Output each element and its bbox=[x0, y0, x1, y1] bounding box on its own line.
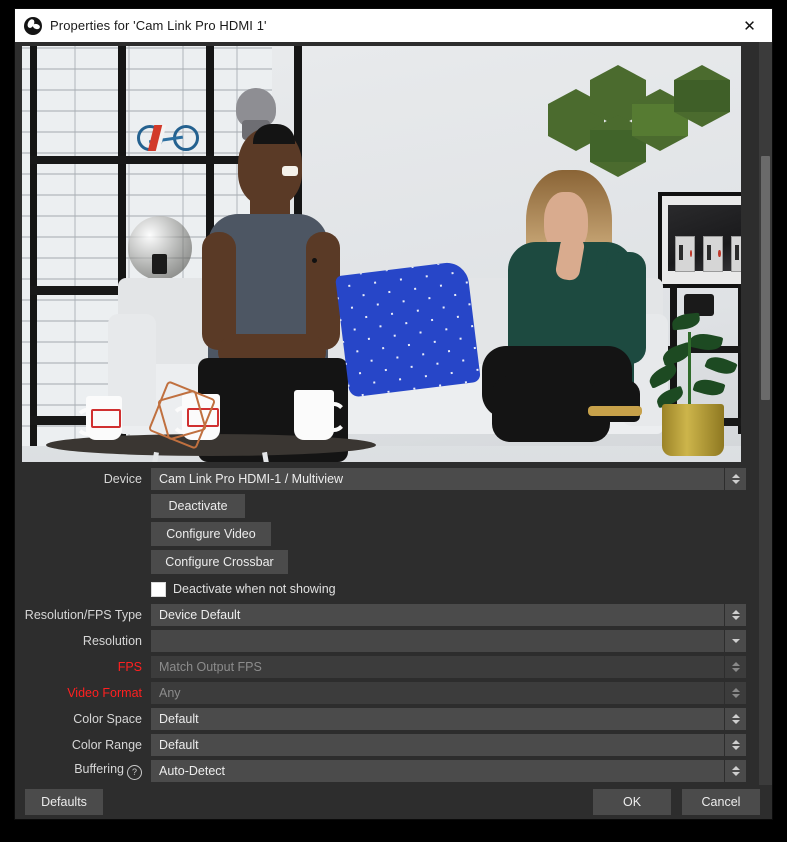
video-format-combobox[interactable]: Any bbox=[151, 682, 724, 704]
color-range-label: Color Range bbox=[15, 738, 151, 752]
resolution-fps-type-combobox[interactable]: Device Default bbox=[151, 604, 724, 626]
blue-cushion bbox=[335, 260, 481, 397]
row-fps: FPS Match Output FPS bbox=[15, 654, 746, 680]
resolution-label: Resolution bbox=[15, 634, 151, 648]
video-format-spinner[interactable] bbox=[725, 682, 746, 704]
row-buffering: Buffering? Auto-Detect bbox=[15, 758, 746, 784]
buffering-help-icon[interactable]: ? bbox=[127, 765, 142, 780]
ok-button[interactable]: OK bbox=[593, 789, 671, 815]
row-resolution: Resolution bbox=[15, 628, 746, 654]
defaults-button[interactable]: Defaults bbox=[25, 789, 103, 815]
row-color-range: Color Range Default bbox=[15, 732, 746, 758]
cancel-button[interactable]: Cancel bbox=[682, 789, 760, 815]
row-color-space: Color Space Default bbox=[15, 706, 746, 732]
buffering-spinner[interactable] bbox=[725, 760, 746, 782]
resolution-dropdown-arrow[interactable] bbox=[725, 630, 746, 652]
screen: Properties for 'Cam Link Pro HDMI 1' ✕ bbox=[0, 0, 787, 842]
copper-geometric-decor bbox=[156, 388, 208, 442]
row-deactivate: Deactivate bbox=[15, 492, 746, 520]
buffering-label: Buffering? bbox=[15, 762, 151, 780]
wall-art-moss-hexagons bbox=[542, 68, 722, 178]
scrollbar-thumb[interactable] bbox=[761, 156, 770, 400]
obs-logo-icon bbox=[24, 17, 42, 35]
deactivate-when-not-showing-checkbox[interactable] bbox=[151, 582, 166, 597]
scroll-area: Device Cam Link Pro HDMI-1 / Multiview D… bbox=[15, 42, 772, 785]
color-range-spinner[interactable] bbox=[725, 734, 746, 756]
fps-label: FPS bbox=[15, 660, 151, 674]
row-resolution-fps-type: Resolution/FPS Type Device Default bbox=[15, 602, 746, 628]
video-preview bbox=[22, 46, 741, 462]
fps-spinner[interactable] bbox=[725, 656, 746, 678]
properties-form: Device Cam Link Pro HDMI-1 / Multiview D… bbox=[15, 466, 758, 784]
fps-combobox[interactable]: Match Output FPS bbox=[151, 656, 724, 678]
device-spinner[interactable] bbox=[725, 468, 746, 490]
dialog-body: Device Cam Link Pro HDMI-1 / Multiview D… bbox=[15, 42, 772, 819]
row-configure-video: Configure Video bbox=[15, 520, 746, 548]
color-space-combobox[interactable]: Default bbox=[151, 708, 724, 730]
row-video-format: Video Format Any bbox=[15, 680, 746, 706]
resolution-combobox[interactable] bbox=[151, 630, 724, 652]
configure-video-button[interactable]: Configure Video bbox=[151, 522, 271, 546]
row-configure-crossbar: Configure Crossbar bbox=[15, 548, 746, 576]
deactivate-button[interactable]: Deactivate bbox=[151, 494, 245, 518]
deactivate-when-not-showing-label: Deactivate when not showing bbox=[173, 582, 336, 596]
buffering-combobox[interactable]: Auto-Detect bbox=[151, 760, 724, 782]
shelf-object-bike bbox=[135, 108, 201, 153]
mug-right bbox=[294, 390, 334, 440]
device-label: Device bbox=[15, 472, 151, 486]
mug-left bbox=[86, 396, 122, 440]
window-title: Properties for 'Cam Link Pro HDMI 1' bbox=[50, 18, 267, 33]
resolution-fps-type-spinner[interactable] bbox=[725, 604, 746, 626]
color-space-label: Color Space bbox=[15, 712, 151, 726]
resolution-fps-type-label: Resolution/FPS Type bbox=[15, 608, 151, 622]
close-icon[interactable]: ✕ bbox=[727, 9, 772, 42]
device-combobox[interactable]: Cam Link Pro HDMI-1 / Multiview bbox=[151, 468, 724, 490]
color-space-spinner[interactable] bbox=[725, 708, 746, 730]
buffering-label-text: Buffering bbox=[74, 762, 124, 776]
color-range-combobox[interactable]: Default bbox=[151, 734, 724, 756]
row-deactivate-when-not-showing: Deactivate when not showing bbox=[15, 576, 746, 602]
wall-framed-picture bbox=[658, 192, 741, 288]
title-bar: Properties for 'Cam Link Pro HDMI 1' ✕ bbox=[15, 9, 772, 42]
row-device: Device Cam Link Pro HDMI-1 / Multiview bbox=[15, 466, 746, 492]
properties-dialog: Properties for 'Cam Link Pro HDMI 1' ✕ bbox=[14, 8, 773, 820]
video-format-label: Video Format bbox=[15, 686, 151, 700]
configure-crossbar-button[interactable]: Configure Crossbar bbox=[151, 550, 288, 574]
shelf-object-globe-lamp bbox=[126, 214, 194, 284]
dialog-footer: Defaults OK Cancel bbox=[15, 785, 772, 819]
vertical-scrollbar[interactable] bbox=[759, 42, 772, 785]
